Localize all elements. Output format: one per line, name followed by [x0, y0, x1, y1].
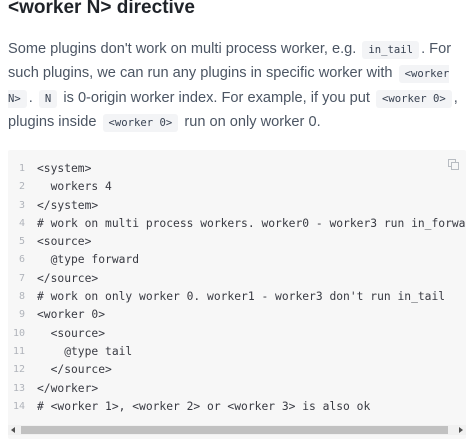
code-line: 6 @type forward: [8, 251, 466, 269]
line-number: 7: [18, 272, 25, 284]
line-number: 9: [18, 309, 25, 321]
paragraph-text: .: [28, 89, 33, 106]
code-line: 7 </source>: [8, 270, 466, 288]
line-number: 12: [12, 364, 25, 376]
line-number: 11: [12, 345, 25, 357]
code-block: 1 <system> 2 workers 4 3 </system> 4 # work…: [8, 150, 466, 439]
inline-code-worker-0: <worker 0>: [102, 114, 179, 133]
code-line: 5 <source>: [8, 233, 466, 251]
inline-code-in-tail: in_tail: [362, 41, 420, 59]
line-number: 3: [18, 199, 25, 211]
inline-code-worker-0: <worker 0>: [376, 89, 452, 108]
line-text: </system>: [37, 198, 99, 212]
line-number: 10: [12, 327, 25, 339]
horizontal-scrollbar[interactable]: [8, 425, 466, 435]
code-line: 8 # work on only worker 0. worker1 - work…: [8, 288, 466, 306]
arrow-left-icon[interactable]: [11, 427, 15, 433]
line-number: 6: [18, 254, 25, 266]
line-text: <worker 0>: [37, 308, 106, 322]
line-text: workers 4: [37, 180, 112, 194]
inline-code-n: N: [38, 89, 58, 108]
line-number: 14: [12, 400, 25, 412]
line-text: # <worker 1>, <worker 2> or <worker 3> i…: [37, 399, 371, 413]
scrollbar-thumb[interactable]: [21, 426, 448, 434]
line-number: 1: [18, 163, 25, 174]
code-line: 10 <source>: [8, 325, 466, 343]
code-line: 14 # <worker 1>, <worker 2> or <worker 3>…: [8, 398, 466, 416]
line-text: # work on only worker 0. worker1 - worke…: [37, 290, 446, 304]
paragraph-text: is 0-origin worker index. For example, i…: [63, 89, 370, 106]
line-text: </source>: [37, 363, 112, 377]
arrow-right-icon[interactable]: [459, 427, 463, 433]
paragraph-text: Some plugins don't work on multi process…: [8, 41, 357, 57]
line-text: <source>: [37, 326, 106, 340]
line-number: 13: [12, 382, 25, 394]
line-number: 8: [18, 291, 25, 303]
line-text: <system>: [37, 162, 92, 175]
code-line: 12 </source>: [8, 361, 466, 379]
code-line: 3 </system>: [8, 197, 466, 215]
line-text: <source>: [37, 235, 92, 249]
code-line: 2 workers 4: [8, 178, 466, 196]
line-text: </source>: [37, 271, 99, 285]
section-heading: <worker N> directive: [8, 0, 195, 18]
code-line: 1 <system>: [8, 160, 466, 178]
code-line: 4 # work on multi process workers. worker…: [8, 215, 466, 233]
line-number: 4: [18, 217, 25, 229]
line-text: @type tail: [37, 344, 133, 358]
code-line: 9 <worker 0>: [8, 306, 466, 324]
description-paragraph: Some plugins don't work on multi process…: [8, 38, 468, 136]
line-text: @type forward: [37, 253, 140, 267]
code-line: 13 </worker>: [8, 380, 466, 398]
line-number: 2: [18, 181, 25, 193]
paragraph-text: run on only worker 0.: [184, 114, 321, 131]
line-text: </worker>: [37, 381, 99, 395]
line-number: 5: [18, 236, 25, 248]
code-line: 11 @type tail: [8, 343, 466, 361]
code-lines: 1 <system> 2 workers 4 3 </system> 4 # work…: [8, 160, 466, 416]
line-text: # work on multi process workers. worker0…: [37, 216, 466, 230]
